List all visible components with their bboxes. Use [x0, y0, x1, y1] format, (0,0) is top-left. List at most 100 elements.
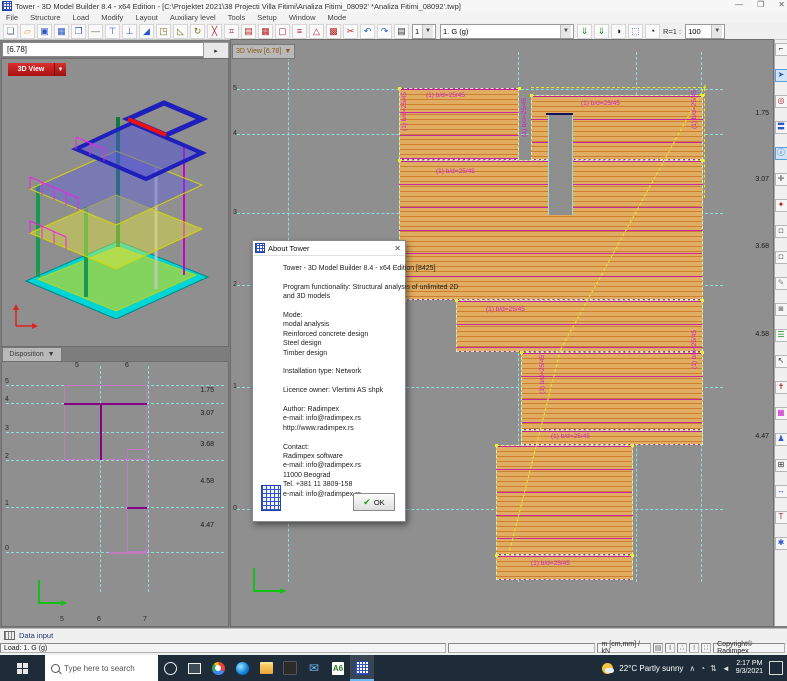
slab-region[interactable]	[521, 430, 703, 445]
view-mode-dropdown[interactable]: ▼	[54, 63, 66, 76]
toolbar-icon[interactable]: ❒	[71, 24, 86, 39]
menu-item[interactable]: Auxiliary level	[164, 13, 222, 22]
side-toolbar-icon[interactable]: ◎	[775, 95, 787, 108]
dialog-close-button[interactable]: ✕	[394, 244, 401, 253]
status-toggle[interactable]: ▤	[653, 643, 663, 653]
menu-item[interactable]: Layout	[129, 13, 164, 22]
side-toolbar-icon[interactable]: ⊞	[775, 459, 787, 472]
side-toolbar-icon[interactable]: ⓘ	[775, 147, 787, 160]
side-toolbar-icon[interactable]: ✦	[775, 199, 787, 212]
toolbar-icon[interactable]: ↶	[360, 24, 375, 39]
toolbar-icon[interactable]: ❏	[3, 24, 18, 39]
side-toolbar-icon[interactable]: T	[775, 511, 787, 524]
ok-button[interactable]: ✔ OK	[353, 493, 395, 511]
toolbar-icon[interactable]: ⇓	[594, 24, 609, 39]
side-toolbar-icon[interactable]: 〓	[775, 121, 787, 134]
units-field[interactable]: m [cm,mm] / kN	[597, 643, 651, 653]
side-toolbar-icon[interactable]: ☰	[775, 329, 787, 342]
dialog-title-bar[interactable]: About Tower ✕	[253, 241, 405, 256]
toolbar-icon[interactable]: ▩	[326, 24, 341, 39]
status-toggle[interactable]: ∴	[677, 643, 687, 653]
start-button[interactable]	[0, 655, 45, 681]
side-toolbar-icon[interactable]: ▦	[775, 407, 787, 420]
dark-app-button[interactable]	[278, 655, 302, 681]
side-toolbar-icon[interactable]: ✎	[775, 277, 787, 290]
toolbar-icon[interactable]: ↻	[190, 24, 205, 39]
menu-item[interactable]: File	[0, 13, 24, 22]
tray-icon[interactable]: ∧	[689, 664, 695, 673]
side-toolbar-icon[interactable]: ↖	[775, 355, 787, 368]
toolbar-icon[interactable]: ◳	[156, 24, 171, 39]
slab-region[interactable]	[496, 445, 633, 555]
toolbar-icon[interactable]: ≡	[292, 24, 307, 39]
load-case-select[interactable]: 1. G (g)▼	[440, 24, 574, 39]
view-mode-button[interactable]: 3D View	[8, 63, 54, 76]
toolbar-icon[interactable]: ⇓	[577, 24, 592, 39]
edge-button[interactable]	[230, 655, 254, 681]
status-toggle[interactable]: I	[665, 643, 675, 653]
toolbar-icon[interactable]: ▦	[258, 24, 273, 39]
toolbar-icon[interactable]: ▢	[275, 24, 290, 39]
toolbar-icon[interactable]: ▤	[241, 24, 256, 39]
level-select[interactable]: 1▼	[412, 24, 436, 39]
menu-item[interactable]: Structure	[24, 13, 66, 22]
menu-item[interactable]: Window	[283, 13, 322, 22]
disposition-button[interactable]: Disposition▼	[2, 347, 62, 362]
scale-select[interactable]: 100▼	[685, 24, 725, 39]
toolbar-icon[interactable]: ╳	[207, 24, 222, 39]
side-toolbar-icon[interactable]: ↔	[775, 485, 787, 498]
status-toggle[interactable]: ∷	[701, 643, 711, 653]
toolbar-icon[interactable]: ⊤	[105, 24, 120, 39]
side-toolbar-icon[interactable]: ◘	[775, 225, 787, 238]
toolbar-icon[interactable]: ▤	[394, 24, 409, 39]
menu-item[interactable]: Mode	[322, 13, 353, 22]
section-view-panel[interactable]: 5 4 3 2 1 0 1.75 3.07 3.68 4.58 4.47 5 6…	[2, 362, 228, 626]
cortana-button[interactable]	[158, 655, 182, 681]
menu-item[interactable]: Setup	[251, 13, 283, 22]
toolbar-icon[interactable]: ⬚	[628, 24, 643, 39]
taskbar-clock[interactable]: 2:17 PM9/3/2021	[736, 660, 763, 676]
side-toolbar-icon[interactable]: ⌐	[775, 43, 787, 56]
toolbar-icon[interactable]: ▦	[54, 24, 69, 39]
tray-icon[interactable]: ◄	[722, 664, 730, 673]
menu-item[interactable]: Modify	[95, 13, 129, 22]
mail-button[interactable]: ✉	[302, 655, 326, 681]
minimize-button[interactable]: —	[735, 0, 743, 9]
coordinate-expand-button[interactable]: ▸	[203, 42, 229, 59]
slab-region[interactable]	[496, 555, 633, 580]
view-3d-panel[interactable]	[2, 59, 228, 346]
side-toolbar-icon[interactable]: ♟	[775, 433, 787, 446]
toolbar-icon[interactable]: ◔	[645, 24, 660, 39]
toolbar-icon[interactable]: ▱	[20, 24, 35, 39]
toolbar-icon[interactable]: ⌗	[224, 24, 239, 39]
status-toggle[interactable]: !	[689, 643, 699, 653]
coordinate-input[interactable]: [6.78]	[2, 42, 206, 57]
toolbar-icon[interactable]: ◑	[611, 24, 626, 39]
close-button[interactable]: ✕	[778, 0, 785, 9]
side-toolbar-icon[interactable]: ✱	[775, 537, 787, 550]
notification-center-icon[interactable]	[769, 661, 783, 675]
menu-item[interactable]: Tools	[222, 13, 252, 22]
toolbar-icon[interactable]: ▣	[37, 24, 52, 39]
task-view-button[interactable]	[182, 655, 206, 681]
plan-view-selector[interactable]: 3D View [6.78]▼	[232, 44, 295, 59]
toolbar-icon[interactable]: ◢	[139, 24, 154, 39]
chrome-button[interactable]	[206, 655, 230, 681]
toolbar-icon[interactable]: ◺	[173, 24, 188, 39]
tray-icon[interactable]: ◔	[700, 664, 705, 673]
side-toolbar-icon[interactable]: ✛	[775, 173, 787, 186]
side-toolbar-icon[interactable]: ➤	[775, 69, 787, 82]
maximize-button[interactable]: ❐	[757, 0, 764, 9]
toolbar-icon[interactable]: △	[309, 24, 324, 39]
toolbar-icon[interactable]: —	[88, 24, 103, 39]
slab-region[interactable]	[521, 352, 703, 430]
cad-app-button[interactable]: A6	[326, 655, 350, 681]
weather-text[interactable]: 22°C Partly sunny	[619, 664, 683, 673]
toolbar-icon[interactable]: ↷	[377, 24, 392, 39]
toolbar-icon[interactable]: ⊥	[122, 24, 137, 39]
menu-item[interactable]: Load	[67, 13, 96, 22]
tower-app-button[interactable]	[350, 655, 374, 681]
side-toolbar-icon[interactable]: ✝	[775, 381, 787, 394]
side-toolbar-icon[interactable]: ◙	[775, 303, 787, 316]
file-explorer-button[interactable]	[254, 655, 278, 681]
